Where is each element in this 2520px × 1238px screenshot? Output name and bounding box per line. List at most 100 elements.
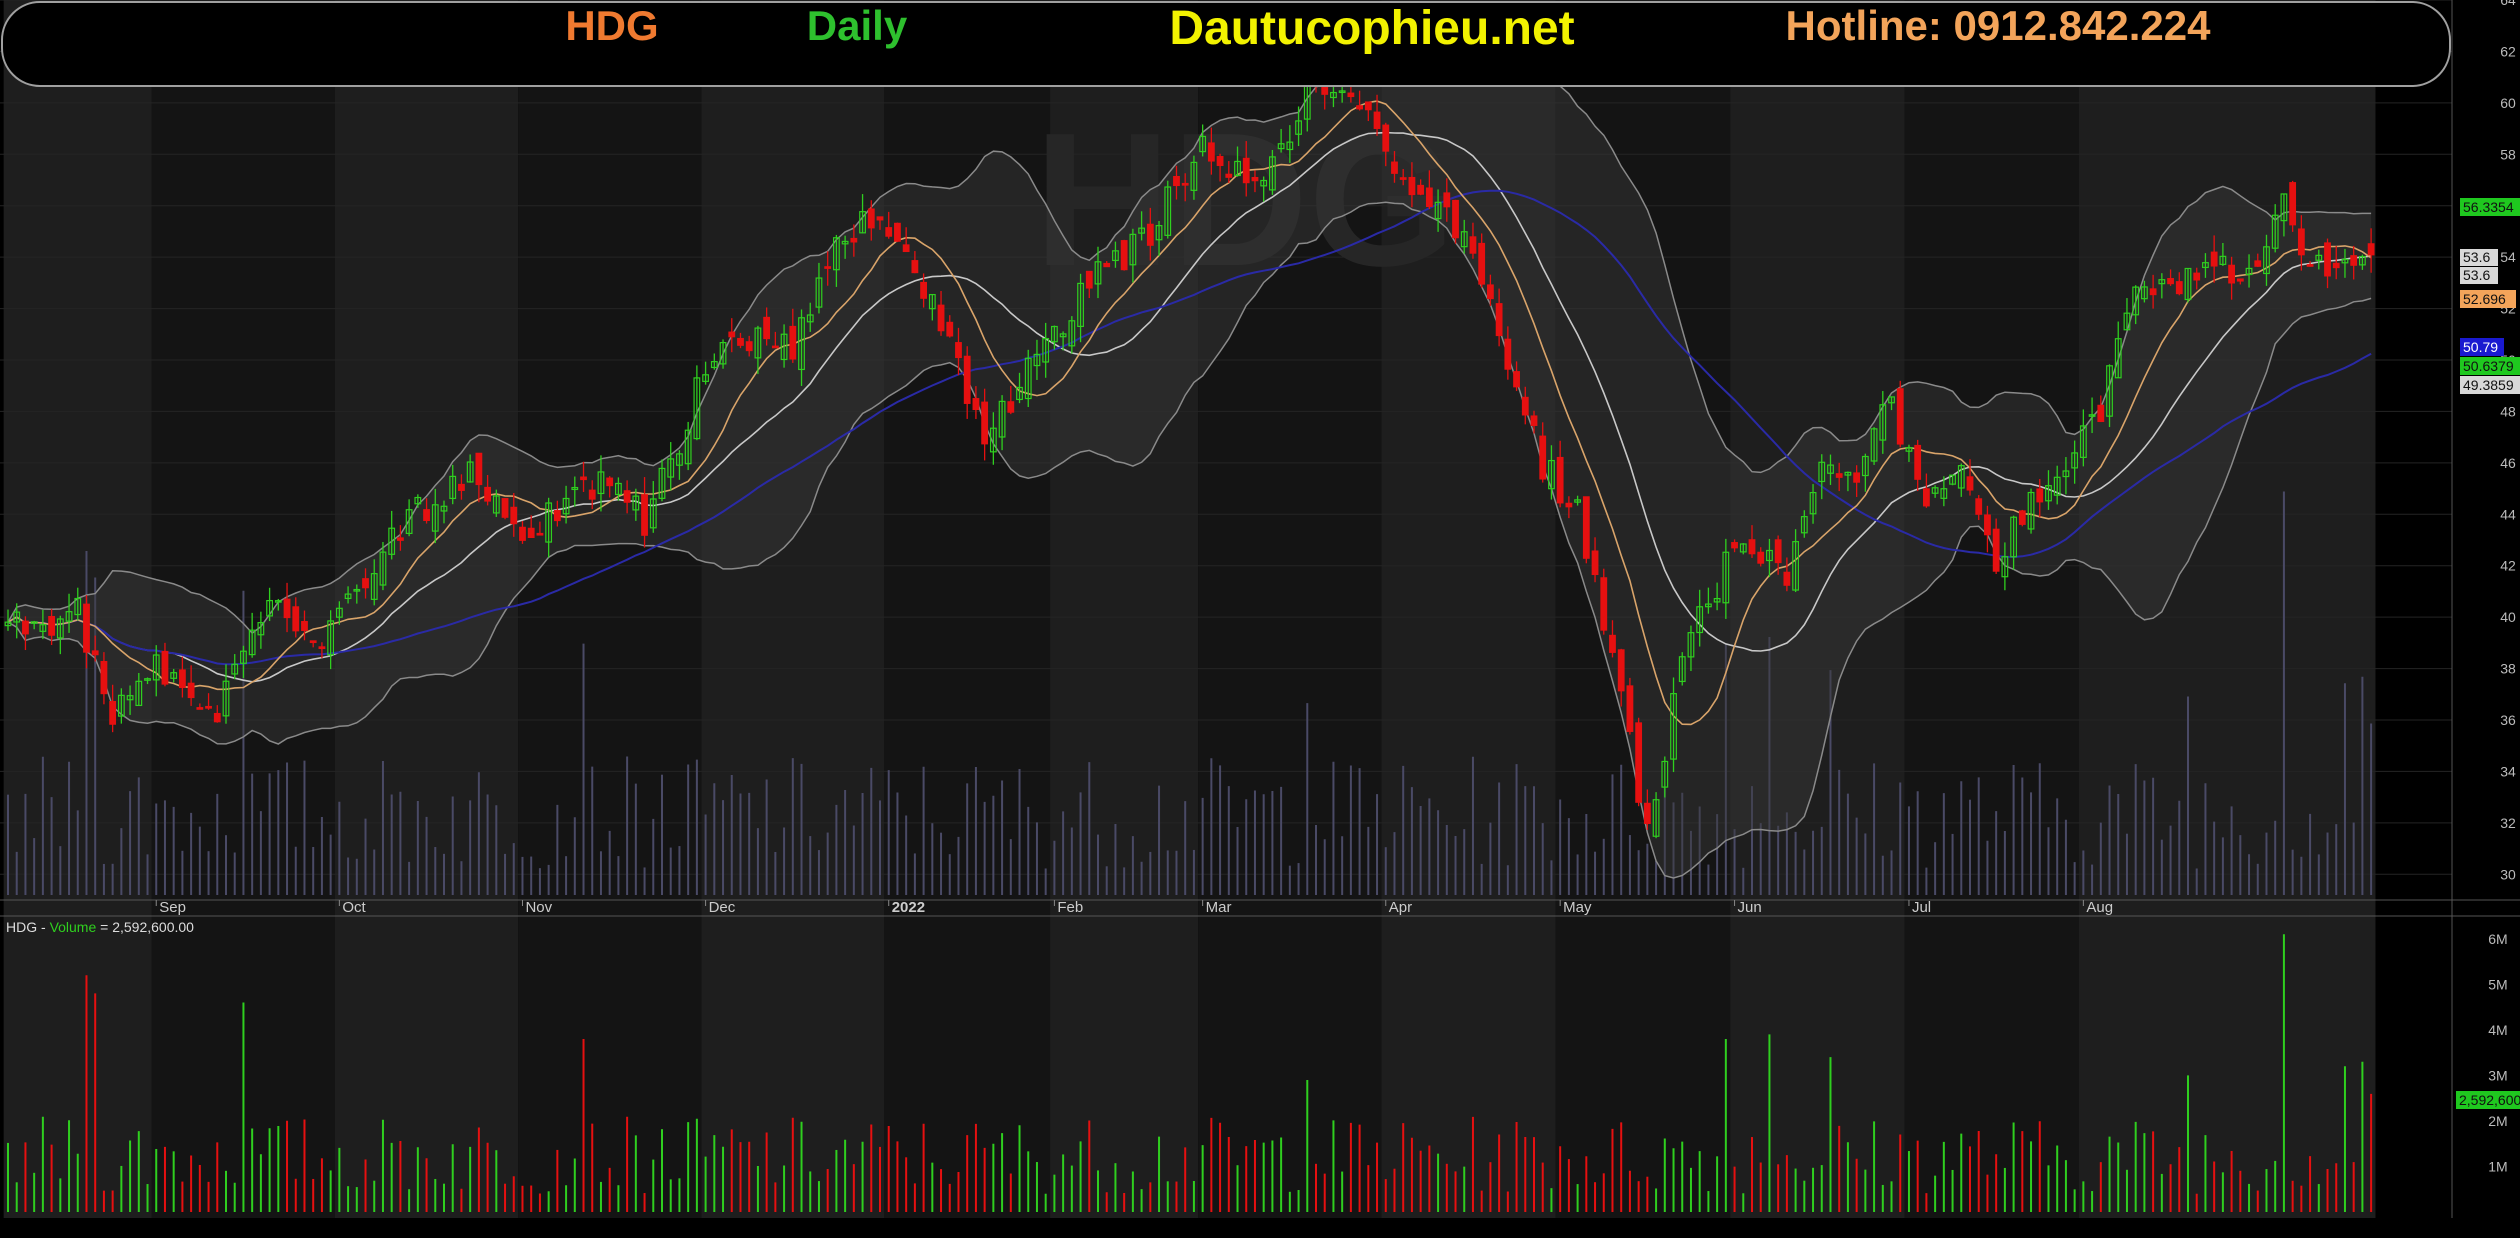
time-band	[518, 0, 702, 1218]
candle-down	[1914, 444, 1922, 480]
candle-down	[1513, 371, 1520, 388]
header-hotline: Hotline: 0912.842.224	[1786, 2, 2212, 49]
candle-down	[2210, 251, 2218, 267]
candle-down	[2306, 264, 2314, 267]
candle-down	[318, 646, 326, 650]
candle-down	[397, 537, 404, 541]
candle-down	[1992, 528, 2000, 572]
x-axis-tick-label: Nov	[525, 899, 552, 916]
volume-axis-tick: 2M	[2488, 1113, 2507, 1129]
candle-down	[2254, 260, 2262, 267]
candle-down	[1556, 456, 1564, 504]
candle-down	[955, 342, 962, 359]
candle-down	[362, 578, 369, 589]
price-axis-tick: 46	[2500, 455, 2516, 471]
candle-down	[850, 237, 858, 243]
candle-down	[458, 483, 465, 491]
volume-panel-title: HDG - Volume = 2,592,600.00	[6, 919, 194, 935]
candle-down	[1565, 502, 1573, 508]
candle-down	[161, 650, 169, 685]
candle-down	[2228, 264, 2236, 284]
candle-down	[946, 321, 954, 337]
price-axis-tick: 62	[2500, 43, 2516, 59]
candle-down	[1225, 173, 1233, 178]
x-axis-tick-label: Jul	[1912, 899, 1931, 916]
candle-down	[1896, 388, 1904, 445]
candle-down	[972, 398, 980, 411]
price-label-orange: 52.696	[2463, 291, 2506, 307]
candle-down	[423, 509, 430, 522]
candle-down	[1251, 176, 1259, 182]
volume-axis-tick: 1M	[2488, 1158, 2507, 1174]
x-axis-tick-label: Jun	[1738, 899, 1762, 916]
candle-down	[937, 304, 945, 332]
x-axis-tick-label: May	[1563, 899, 1592, 916]
volume-title-series: Volume	[50, 919, 97, 935]
candle-down	[981, 401, 989, 445]
candle-down	[2036, 488, 2044, 503]
candle-down	[91, 650, 99, 656]
candle-down	[196, 707, 204, 710]
header-period: Daily	[807, 2, 908, 49]
candle-down	[1539, 435, 1547, 480]
candle-down	[1984, 514, 1991, 536]
volume-axis-tick: 3M	[2488, 1067, 2507, 1083]
price-axis-tick: 34	[2500, 763, 2516, 779]
volume-axis-tick: 6M	[2488, 931, 2507, 947]
stock-chart: HDG Sep Oct Nov Dec 2022 Feb Mar Apr May Jun Jul Au…	[0, 0, 2520, 1238]
candle-down	[1085, 270, 1093, 289]
candle-down	[1748, 539, 1756, 555]
time-band	[701, 0, 885, 1218]
candle-down	[100, 660, 108, 695]
candle-down	[894, 222, 901, 242]
candle-down	[580, 476, 587, 481]
price-axis-tick: 36	[2500, 712, 2516, 728]
candle-down	[1207, 142, 1215, 162]
candle-down	[2289, 182, 2297, 226]
candle-down	[1216, 156, 1224, 167]
candle-down	[728, 331, 736, 338]
candle-down	[213, 712, 221, 723]
candle-down	[519, 526, 526, 541]
x-axis-tick-label: Mar	[1206, 899, 1232, 916]
candle-down	[606, 477, 614, 487]
candle-down	[1600, 577, 1608, 631]
x-axis-tick-label: Aug	[2086, 899, 2113, 916]
price-axis-tick: 44	[2500, 506, 2516, 522]
price-label-blue: 50.79	[2463, 339, 2498, 355]
candle-down	[1373, 111, 1381, 129]
candle-down	[1356, 105, 1364, 110]
candle-down	[1966, 476, 1974, 491]
candle-down	[963, 355, 971, 404]
candle-down	[1103, 262, 1111, 268]
candle-down	[2367, 243, 2375, 256]
candle-down	[2324, 242, 2331, 277]
candle-down	[109, 701, 117, 725]
candle-down	[527, 527, 535, 539]
price-axis-tick: 30	[2500, 866, 2516, 882]
volume-last-label: 2,592,600	[2459, 1092, 2520, 1108]
candle-down	[2018, 510, 2026, 525]
candle-down	[309, 640, 317, 644]
header-symbol: HDG	[565, 2, 658, 49]
candle-down	[1774, 539, 1782, 564]
candle-down	[911, 260, 919, 274]
candle-down	[588, 489, 596, 500]
candle-down	[1617, 649, 1625, 692]
candle-down	[501, 498, 509, 518]
candle-down	[1391, 161, 1398, 174]
price-axis-tick: 40	[2500, 609, 2516, 625]
volume-title-prefix: HDG -	[6, 919, 50, 935]
price-axis-tick: 58	[2500, 146, 2516, 162]
time-band	[2079, 0, 2376, 1218]
price-label-green-2: 50.6379	[2463, 358, 2514, 374]
candle-down	[1635, 722, 1643, 803]
candle-down	[1146, 223, 1154, 246]
candle-down	[2350, 255, 2358, 266]
candle-down	[1591, 550, 1599, 576]
price-label-gray-2: 53.6	[2463, 267, 2490, 283]
candle-down	[1443, 192, 1451, 208]
price-label-green: 56.3354	[2463, 199, 2514, 215]
candle-down	[737, 337, 744, 346]
candle-down	[1478, 242, 1486, 285]
